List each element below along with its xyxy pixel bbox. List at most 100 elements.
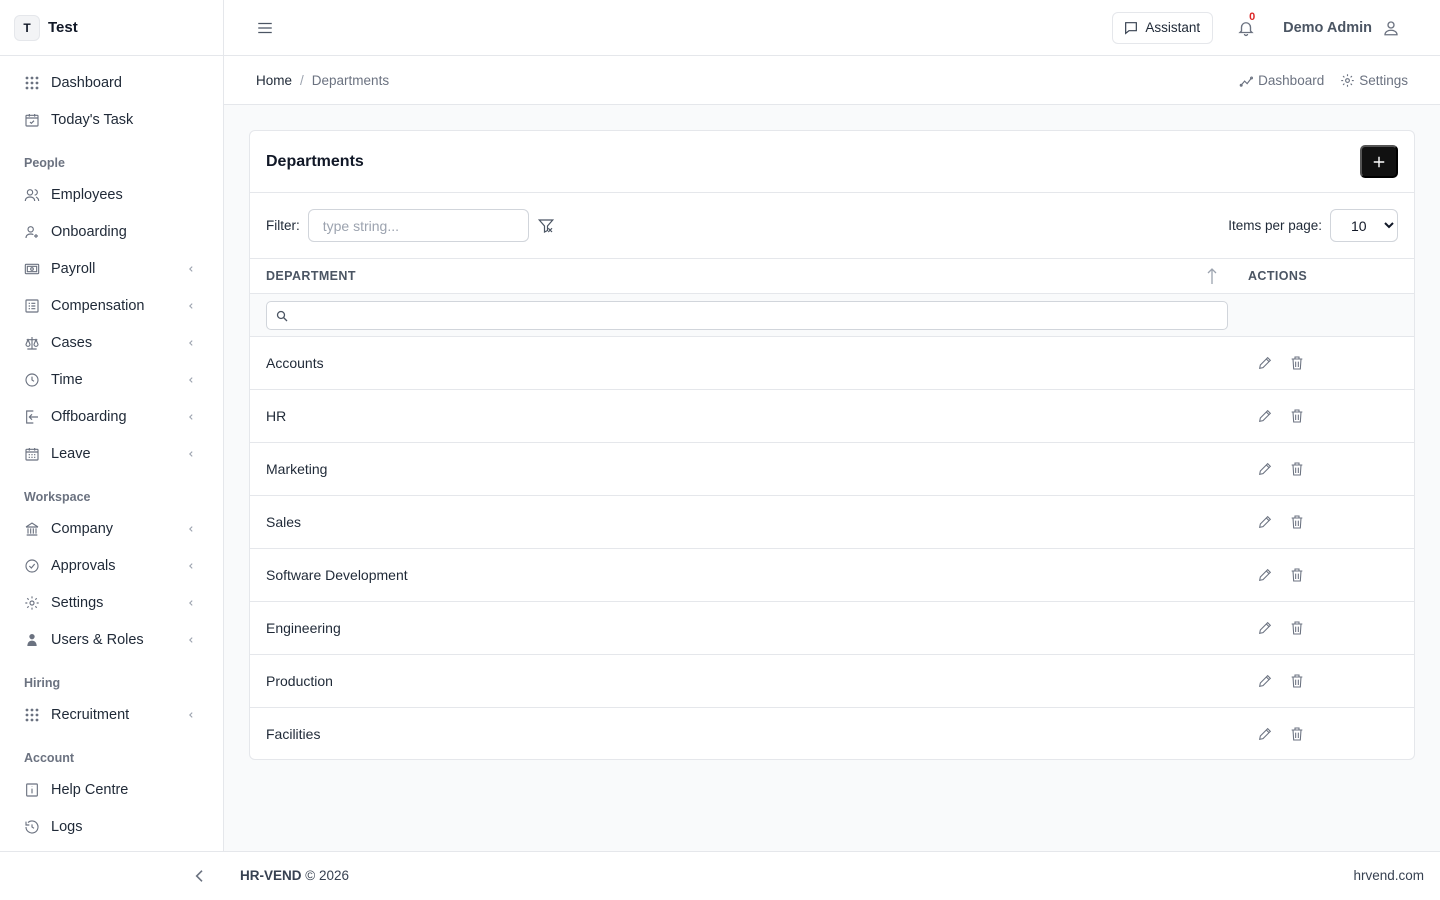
- actions-cell: [1228, 389, 1414, 443]
- chevron-left-icon: [187, 375, 197, 385]
- actions-cell: [1228, 495, 1414, 549]
- sidebar-nav: Dashboard Today's Task People Employees Onbo…: [0, 56, 223, 845]
- sidebar-item-label: Today's Task: [51, 111, 134, 128]
- delete-trash-icon[interactable]: [1288, 672, 1306, 690]
- chevron-left-icon: [187, 524, 197, 534]
- breadcrumb-separator: /: [300, 72, 304, 88]
- delete-trash-icon[interactable]: [1288, 725, 1306, 743]
- user-shield-icon: [24, 632, 40, 648]
- sidebar-item-dashboard[interactable]: Dashboard: [0, 64, 223, 101]
- chevron-left-icon: [187, 598, 197, 608]
- chevron-left-icon: [187, 301, 197, 311]
- assistant-button[interactable]: Assistant: [1112, 11, 1214, 44]
- card-title: Departments: [266, 152, 364, 170]
- breadcrumb: Home / Departments: [256, 73, 389, 88]
- delete-trash-icon[interactable]: [1288, 407, 1306, 425]
- user-icon[interactable]: [1382, 19, 1400, 37]
- sidebar-item-label: Leave: [51, 445, 91, 462]
- scale-icon: [24, 335, 40, 351]
- delete-trash-icon[interactable]: [1288, 354, 1306, 372]
- column-header-department[interactable]: DEPARTMENT: [250, 258, 1228, 294]
- sidebar-item-today-s-task[interactable]: Today's Task: [0, 101, 223, 138]
- sidebar-item-company[interactable]: Company: [0, 510, 223, 547]
- edit-pencil-icon[interactable]: [1256, 725, 1274, 743]
- users-icon: [24, 187, 40, 203]
- edit-pencil-icon[interactable]: [1256, 354, 1274, 372]
- filter-row: Filter: Items per page: 10: [250, 193, 1414, 258]
- table-row: Software Development: [250, 548, 1414, 602]
- sidebar-item-payroll[interactable]: Payroll: [0, 250, 223, 287]
- grid-icon: [24, 707, 40, 723]
- edit-pencil-icon[interactable]: [1256, 513, 1274, 531]
- sidebar-item-employees[interactable]: Employees: [0, 176, 223, 213]
- sidebar-item-cases[interactable]: Cases: [0, 324, 223, 361]
- department-name-cell: Production: [250, 654, 1228, 708]
- department-name-cell: Software Development: [250, 548, 1228, 602]
- edit-pencil-icon[interactable]: [1256, 672, 1274, 690]
- delete-trash-icon[interactable]: [1288, 566, 1306, 584]
- gear-icon: [1341, 73, 1354, 87]
- department-name-cell: Marketing: [250, 442, 1228, 496]
- sidebar-item-label: Logs: [51, 818, 83, 835]
- departments-card: Departments Filter: Items per page: 10 D…: [249, 130, 1415, 760]
- column-search-row: [250, 293, 1414, 337]
- department-name-cell: Engineering: [250, 601, 1228, 655]
- settings-link[interactable]: Settings: [1340, 73, 1408, 88]
- department-name-cell: HR: [250, 389, 1228, 443]
- notifications-button[interactable]: 0: [1237, 11, 1255, 37]
- table-row: Accounts: [250, 336, 1414, 390]
- sidebar-item-approvals[interactable]: Approvals: [0, 547, 223, 584]
- edit-pencil-icon[interactable]: [1256, 619, 1274, 637]
- delete-trash-icon[interactable]: [1288, 513, 1306, 531]
- items-per-page-select[interactable]: 10: [1330, 209, 1398, 242]
- search-icon: [276, 310, 288, 321]
- sidebar-section-account: Account: [24, 751, 74, 765]
- sidebar-item-recruitment[interactable]: Recruitment: [0, 696, 223, 733]
- subheader: Home / Departments Dashboard Settings: [224, 56, 1440, 105]
- sidebar-item-offboarding[interactable]: Offboarding: [0, 398, 223, 435]
- table-row: Engineering: [250, 601, 1414, 655]
- dashboard-link[interactable]: Dashboard: [1239, 73, 1324, 88]
- table-row: Sales: [250, 495, 1414, 549]
- brand[interactable]: T Test: [0, 0, 223, 56]
- sidebar-item-help-centre[interactable]: Help Centre: [0, 771, 223, 808]
- chevron-left-icon: [187, 710, 197, 720]
- dashboard-link-label: Dashboard: [1258, 72, 1325, 88]
- actions-cell: [1228, 708, 1414, 761]
- department-name-cell: Sales: [250, 495, 1228, 549]
- sidebar-item-label: Offboarding: [51, 408, 127, 425]
- filter-input[interactable]: [307, 209, 529, 242]
- footer-year: © 2026: [305, 868, 350, 883]
- chat-icon: [1125, 21, 1138, 35]
- filter-icon[interactable]: [537, 217, 555, 235]
- edit-pencil-icon[interactable]: [1256, 566, 1274, 584]
- delete-trash-icon[interactable]: [1288, 460, 1306, 478]
- footer: HR-VEND © 2026 hrvend.com: [0, 851, 1440, 900]
- sidebar-item-label: Approvals: [51, 557, 116, 574]
- sidebar-item-compensation[interactable]: Compensation: [0, 287, 223, 324]
- sidebar-item-onboarding[interactable]: Onboarding: [0, 213, 223, 250]
- sidebar-item-logs[interactable]: Logs: [0, 808, 223, 845]
- quick-links: Dashboard Settings: [1223, 73, 1408, 88]
- breadcrumb-home[interactable]: Home: [256, 73, 292, 88]
- sidebar-item-time[interactable]: Time: [0, 361, 223, 398]
- sort-arrow-up-icon[interactable]: [1206, 267, 1218, 285]
- money-icon: [24, 261, 40, 277]
- sidebar-item-users-roles[interactable]: Users & Roles: [0, 621, 223, 658]
- delete-trash-icon[interactable]: [1288, 619, 1306, 637]
- edit-pencil-icon[interactable]: [1256, 407, 1274, 425]
- sidebar-item-settings[interactable]: Settings: [0, 584, 223, 621]
- sidebar-item-leave[interactable]: Leave: [0, 435, 223, 472]
- sidebar-item-label: Users & Roles: [51, 631, 144, 648]
- column-header-actions: ACTIONS: [1228, 258, 1414, 294]
- info-icon: [24, 782, 40, 798]
- column-search-input[interactable]: [267, 301, 1227, 329]
- history-icon: [24, 819, 40, 835]
- footer-site-link[interactable]: hrvend.com: [1353, 868, 1424, 883]
- sidebar-item-label: Cases: [51, 334, 93, 351]
- edit-pencil-icon[interactable]: [1256, 460, 1274, 478]
- user-name[interactable]: Demo Admin: [1283, 20, 1372, 36]
- collapse-sidebar-icon[interactable]: [192, 868, 208, 884]
- add-department-button[interactable]: [1360, 145, 1398, 178]
- menu-icon[interactable]: [256, 19, 274, 37]
